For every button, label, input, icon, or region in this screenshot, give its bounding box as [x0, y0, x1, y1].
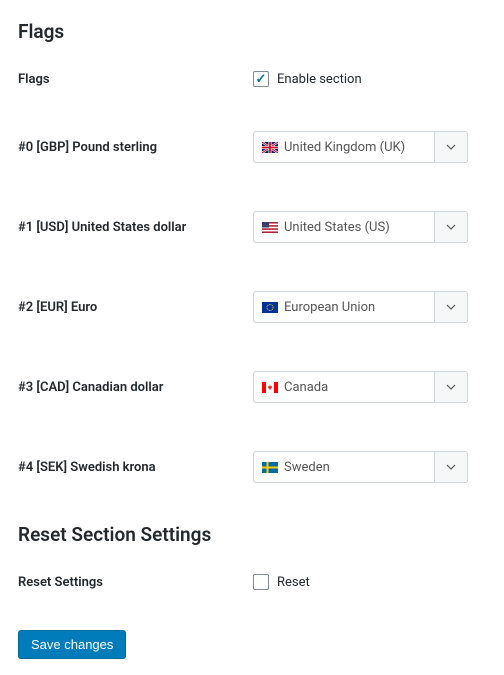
- currency-row: #4 [SEK] Swedish krona Sweden: [18, 451, 486, 483]
- reset-label: Reset Settings: [18, 575, 253, 590]
- country-select[interactable]: Canada: [253, 371, 468, 403]
- chevron-down-icon: [435, 372, 467, 402]
- eu-flag-icon: [262, 302, 278, 313]
- enable-section-row: Flags Enable section: [18, 71, 486, 87]
- currency-label: #0 [GBP] Pound sterling: [18, 140, 253, 155]
- us-flag-icon: [262, 222, 278, 233]
- reset-row: Reset Settings Reset: [18, 574, 486, 590]
- currency-row: #2 [EUR] Euro European Union: [18, 291, 486, 323]
- save-button[interactable]: Save changes: [18, 630, 126, 659]
- section-title-flags: Flags: [18, 20, 486, 43]
- chevron-down-icon: [435, 452, 467, 482]
- currency-label: #3 [CAD] Canadian dollar: [18, 380, 253, 395]
- ca-flag-icon: [262, 382, 278, 393]
- chevron-down-icon: [435, 292, 467, 322]
- select-text: Canada: [284, 380, 328, 395]
- select-value: Canada: [254, 372, 435, 402]
- select-value: United States (US): [254, 212, 435, 242]
- select-text: United States (US): [284, 220, 390, 235]
- se-flag-icon: [262, 462, 278, 473]
- reset-checkbox[interactable]: [253, 574, 269, 590]
- chevron-down-icon: [435, 212, 467, 242]
- section-title-reset: Reset Section Settings: [18, 523, 486, 546]
- country-select[interactable]: United States (US): [253, 211, 468, 243]
- select-value: Sweden: [254, 452, 435, 482]
- reset-cb-label: Reset: [277, 575, 310, 590]
- country-select[interactable]: United Kingdom (UK): [253, 131, 468, 163]
- enable-section-checkbox[interactable]: [253, 71, 269, 87]
- currency-row: #3 [CAD] Canadian dollar Canada: [18, 371, 486, 403]
- currency-label: #4 [SEK] Swedish krona: [18, 460, 253, 475]
- enable-section-cb-label: Enable section: [277, 72, 362, 87]
- currency-label: #1 [USD] United States dollar: [18, 220, 253, 235]
- country-select[interactable]: Sweden: [253, 451, 468, 483]
- select-text: European Union: [284, 300, 375, 315]
- country-select[interactable]: European Union: [253, 291, 468, 323]
- select-text: United Kingdom (UK): [284, 140, 405, 155]
- select-text: Sweden: [284, 460, 330, 475]
- currency-label: #2 [EUR] Euro: [18, 300, 253, 315]
- currency-row: #0 [GBP] Pound sterling United Kingdom (…: [18, 131, 486, 163]
- enable-section-label: Flags: [18, 72, 253, 87]
- chevron-down-icon: [435, 132, 467, 162]
- currency-row: #1 [USD] United States dollar United Sta…: [18, 211, 486, 243]
- select-value: European Union: [254, 292, 435, 322]
- select-value: United Kingdom (UK): [254, 132, 435, 162]
- uk-flag-icon: [262, 142, 278, 153]
